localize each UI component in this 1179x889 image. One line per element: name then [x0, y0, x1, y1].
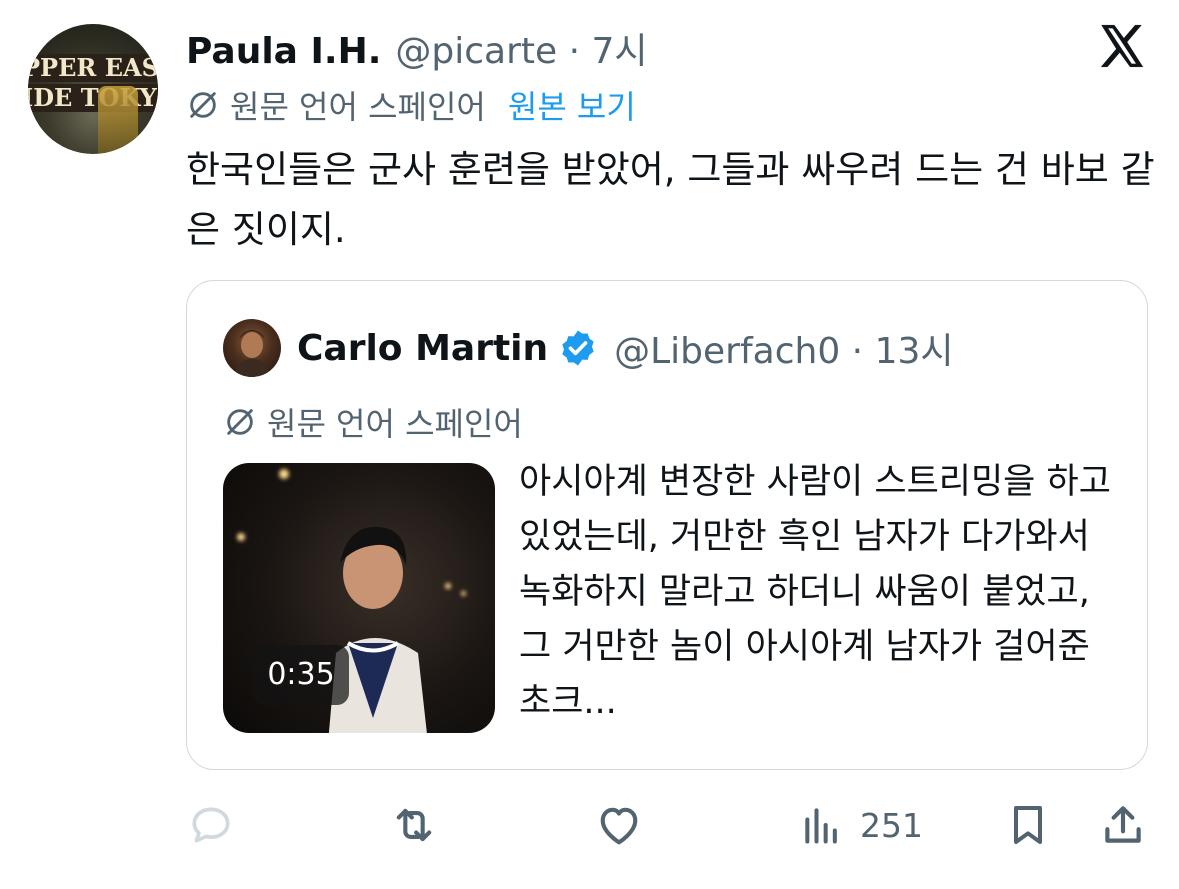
- tweet-text: 한국인들은 군사 훈련을 받았어, 그들과 싸우려 드는 건 바보 같은 짓이지…: [186, 148, 1155, 251]
- quoted-tweet-text: 아시아계 변장한 사람이 스트리밍을 하고 있었는데, 거만한 흑인 남자가 다…: [519, 462, 1111, 722]
- view-original-link[interactable]: 원본 보기: [508, 82, 636, 128]
- like-icon: [600, 807, 638, 845]
- author-avatar[interactable]: PPER EAS IDE TOKYO: [28, 24, 158, 154]
- verified-badge-icon: [562, 330, 594, 366]
- author-handle-time[interactable]: @picarte · 7시: [395, 22, 647, 74]
- views-count: 251: [860, 805, 923, 845]
- retweet-icon: [396, 808, 432, 842]
- quoted-author-name[interactable]: Carlo Martin: [297, 328, 548, 369]
- street-light: [279, 469, 289, 479]
- retweet-button[interactable]: [388, 795, 440, 855]
- x-logo-icon[interactable]: [1097, 21, 1147, 71]
- avatar-text-line1: PPER EAS: [28, 54, 158, 82]
- translate-icon: [227, 409, 253, 435]
- views-icon: [805, 808, 837, 844]
- tweet-action-bar: 251: [186, 795, 1148, 855]
- bookmark-button[interactable]: [1004, 795, 1052, 855]
- avatar-figure: [98, 86, 138, 154]
- street-light: [461, 591, 466, 596]
- reply-icon: [192, 807, 230, 843]
- quoted-tweet-card[interactable]: Carlo Martin @Liberfach0 · 13시 원문 언어 스페인…: [186, 280, 1148, 770]
- street-light: [445, 583, 451, 589]
- quoted-avatar-portrait: [233, 330, 271, 377]
- translation-notice: 원문 언어 스페인어 원본 보기: [186, 82, 636, 128]
- translate-icon: [190, 92, 216, 118]
- bookmark-icon: [1014, 806, 1042, 844]
- street-light: [237, 533, 245, 541]
- quoted-translation-notice: 원문 언어 스페인어: [223, 399, 523, 445]
- tweet-header: Paula I.H. @picarte · 7시: [186, 22, 648, 72]
- video-duration-badge: 0:35: [253, 645, 349, 705]
- share-icon: [1105, 806, 1141, 843]
- reply-button[interactable]: [186, 795, 236, 855]
- quoted-author-handle-time[interactable]: @Liberfach0 · 13시: [614, 322, 953, 374]
- like-button[interactable]: [593, 795, 645, 855]
- quoted-author-avatar[interactable]: [223, 319, 281, 377]
- author-name[interactable]: Paula I.H.: [186, 31, 381, 72]
- share-button[interactable]: [1098, 795, 1148, 855]
- quoted-original-language-label: 원문 언어 스페인어: [267, 405, 523, 443]
- avatar-text-line2: IDE TOKYO: [28, 84, 158, 112]
- original-language-label: 원문 언어 스페인어: [230, 88, 486, 126]
- views-button[interactable]: 251: [800, 795, 923, 855]
- quoted-tweet-header: Carlo Martin @Liberfach0 · 13시: [297, 319, 954, 377]
